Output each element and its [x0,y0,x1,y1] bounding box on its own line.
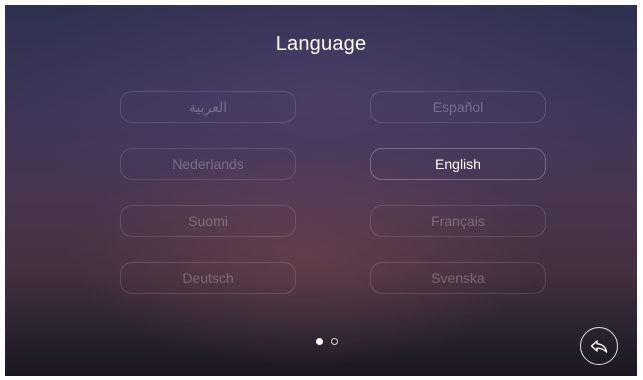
language-label: Svenska [431,270,485,286]
page-indicator [316,336,338,346]
language-option-arabic[interactable]: العربية [120,91,296,123]
language-option-english[interactable]: English [370,148,546,180]
language-label: Deutsch [182,270,234,286]
back-button[interactable] [580,327,618,365]
language-label: Nederlands [172,156,244,172]
language-option-german[interactable]: Deutsch [120,262,296,294]
language-label: Français [431,213,485,229]
language-label: Español [432,99,484,115]
page-dot-1[interactable] [316,337,323,345]
page-dot-2[interactable] [331,337,338,345]
back-arrow-icon [588,335,610,357]
language-label: English [435,156,481,172]
page-title: Language [275,33,367,55]
language-option-finnish[interactable]: Suomi [120,205,296,237]
language-option-swedish[interactable]: Svenska [370,262,546,294]
language-label: العربية [188,98,228,115]
language-label: Suomi [188,213,228,229]
language-screen: Language العربية Español Nederlands Engl… [5,5,637,376]
language-option-spanish[interactable]: Español [370,91,546,123]
language-option-french[interactable]: Français [370,205,546,237]
language-option-dutch[interactable]: Nederlands [120,148,296,180]
